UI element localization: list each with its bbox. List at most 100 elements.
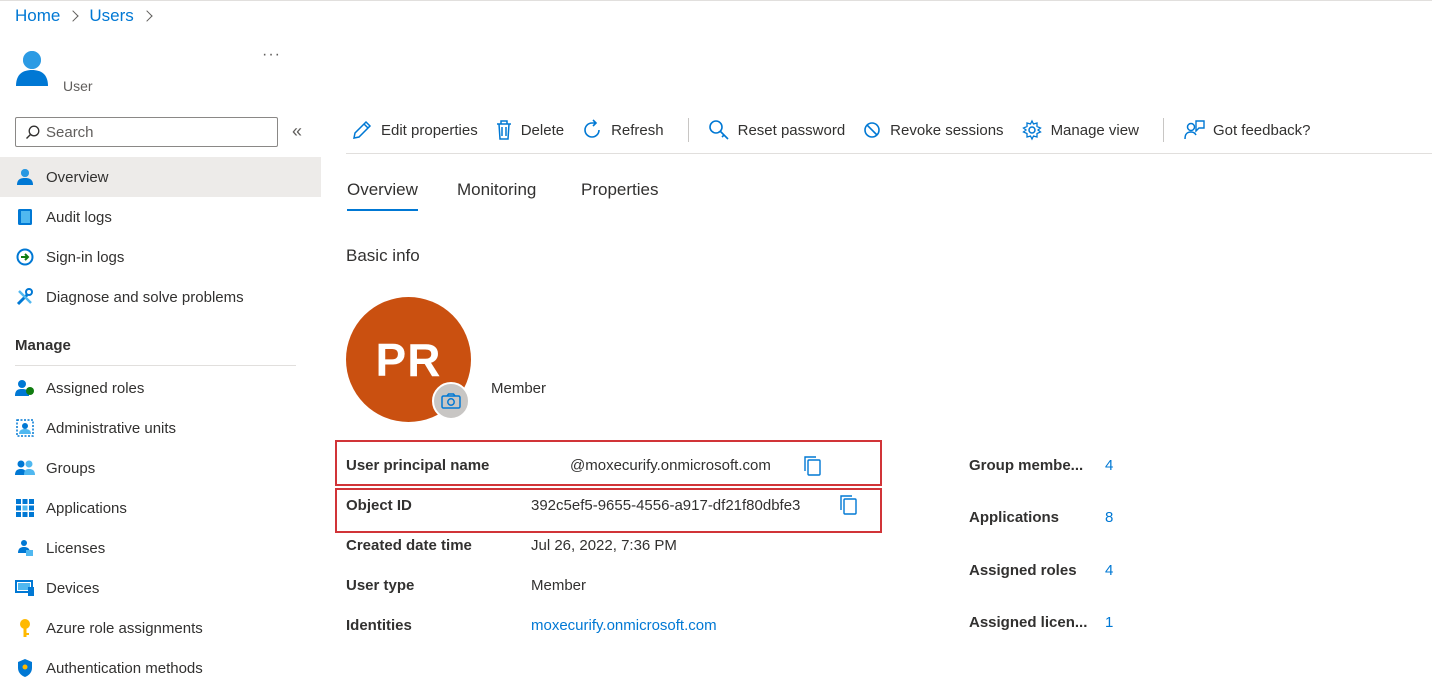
sidebar-item-overview[interactable]: Overview	[0, 157, 321, 197]
admin-units-icon	[15, 418, 35, 438]
sidebar-item-administrative-units[interactable]: Administrative units	[0, 408, 321, 448]
breadcrumb-users[interactable]: Users	[89, 6, 133, 26]
key-search-icon	[708, 120, 729, 140]
sidebar-item-devices[interactable]: Devices	[0, 568, 321, 608]
chevron-right-icon	[67, 10, 80, 22]
stat-label: Assigned roles	[969, 562, 1077, 579]
top-border	[0, 0, 1432, 1]
property-label: Identities	[346, 617, 412, 634]
device-icon	[15, 578, 35, 598]
command-bar: Edit properties Delete Refresh Reset pas…	[346, 110, 1323, 150]
user-type-label: Member	[491, 380, 547, 397]
sidebar-item-authentication-methods[interactable]: Authentication methods	[0, 648, 321, 678]
object-id-value: 392c5ef5-9655-4556-a917-df21f80dbfe3	[531, 497, 801, 514]
section-title: Basic info	[346, 246, 420, 265]
property-label: User type	[346, 577, 415, 594]
created-date-value: Jul 26, 2022, 7:36 PM	[531, 537, 677, 554]
delete-button[interactable]: Delete	[490, 115, 569, 145]
user-type-value: Member	[531, 577, 587, 594]
button-label: Manage view	[1050, 121, 1139, 139]
sidebar-item-label: Azure role assignments	[46, 619, 203, 637]
camera-icon	[441, 393, 461, 409]
sign-in-icon	[15, 247, 35, 267]
breadcrumb: Home Users	[15, 6, 163, 26]
sidebar-item-label: Diagnose and solve problems	[46, 288, 244, 306]
upn-value: @moxecurify.onmicrosoft.com	[570, 457, 771, 474]
change-photo-button[interactable]	[432, 382, 470, 420]
stat-label: Applications	[969, 509, 1060, 526]
stat-label: Assigned licen...	[969, 614, 1088, 631]
feedback-button[interactable]: Got feedback?	[1178, 115, 1316, 145]
sidebar-item-label: Applications	[46, 499, 127, 517]
property-label: Object ID	[346, 497, 412, 514]
page-subtitle: User	[63, 78, 93, 94]
block-icon	[864, 122, 880, 138]
sidebar-item-groups[interactable]: Groups	[0, 448, 321, 488]
gear-icon	[1021, 119, 1042, 141]
revoke-sessions-button[interactable]: Revoke sessions	[857, 115, 1008, 145]
shield-icon	[15, 658, 35, 678]
button-label: Delete	[520, 121, 565, 139]
divider	[15, 365, 296, 366]
trash-icon	[496, 120, 511, 140]
sidebar-item-assigned-roles[interactable]: Assigned roles	[0, 368, 321, 408]
sidebar-item-licenses[interactable]: Licenses	[0, 528, 321, 568]
more-options-button[interactable]: ···	[262, 46, 281, 64]
divider	[346, 153, 1432, 154]
manage-heading: Manage	[15, 337, 71, 354]
property-label: Created date time	[346, 537, 472, 554]
groups-icon	[15, 458, 35, 478]
key-icon	[15, 618, 35, 638]
sidebar-item-diagnose[interactable]: Diagnose and solve problems	[0, 277, 321, 317]
assigned-roles-count-link[interactable]: 4	[1105, 562, 1113, 579]
edit-properties-button[interactable]: Edit properties	[346, 115, 483, 145]
property-label: User principal name	[346, 457, 490, 474]
pencil-icon	[353, 120, 372, 139]
refresh-icon	[584, 119, 600, 138]
search-icon	[26, 125, 40, 139]
sidebar-item-label: Assigned roles	[46, 379, 145, 397]
applications-count-link[interactable]: 8	[1105, 509, 1113, 526]
breadcrumb-home[interactable]: Home	[15, 6, 60, 26]
sidebar-item-sign-in-logs[interactable]: Sign-in logs	[0, 237, 321, 277]
user-icon	[15, 167, 35, 187]
tab-overview[interactable]: Overview	[347, 180, 418, 212]
toolbar-separator	[687, 118, 689, 142]
roles-icon	[15, 378, 35, 398]
manage-view-button[interactable]: Manage view	[1016, 115, 1144, 145]
user-icon	[16, 51, 48, 86]
button-label: Revoke sessions	[890, 121, 1004, 139]
sidebar-item-label: Devices	[46, 579, 100, 597]
sidebar-item-label: Overview	[46, 168, 109, 186]
search-input[interactable]	[46, 123, 266, 141]
refresh-button[interactable]: Refresh	[576, 115, 669, 145]
sidebar-item-azure-role-assignments[interactable]: Azure role assignments	[0, 608, 321, 648]
button-label: Edit properties	[381, 121, 478, 139]
license-icon	[15, 538, 35, 558]
stat-label: Group membe...	[969, 457, 1084, 474]
tab-properties[interactable]: Properties	[581, 180, 658, 212]
copy-icon[interactable]	[802, 455, 822, 477]
sidebar-item-label: Groups	[46, 459, 96, 477]
identities-link[interactable]: moxecurify.onmicrosoft.com	[531, 617, 717, 634]
copy-icon[interactable]	[838, 494, 858, 516]
toolbar-separator	[1162, 118, 1164, 142]
sidebar-item-audit-logs[interactable]: Audit logs	[0, 197, 321, 237]
collapse-sidebar-button[interactable]: «	[292, 121, 302, 142]
sidebar-item-label: Audit logs	[46, 208, 112, 226]
tab-monitoring[interactable]: Monitoring	[457, 180, 536, 212]
sidebar-item-label: Sign-in logs	[46, 248, 125, 266]
button-label: Refresh	[611, 121, 664, 139]
search-box[interactable]	[15, 117, 278, 147]
sidebar-item-applications[interactable]: Applications	[0, 488, 321, 528]
reset-password-button[interactable]: Reset password	[703, 115, 851, 145]
group-memberships-link[interactable]: 4	[1105, 457, 1113, 474]
chevron-right-icon	[141, 10, 153, 22]
sidebar-item-label: Licenses	[46, 539, 106, 557]
button-label: Got feedback?	[1212, 121, 1311, 139]
assigned-licenses-count-link[interactable]: 1	[1105, 614, 1113, 631]
sidebar-item-label: Authentication methods	[46, 659, 203, 677]
book-icon	[15, 207, 35, 227]
button-label: Reset password	[737, 121, 846, 139]
wrench-icon	[15, 287, 35, 307]
